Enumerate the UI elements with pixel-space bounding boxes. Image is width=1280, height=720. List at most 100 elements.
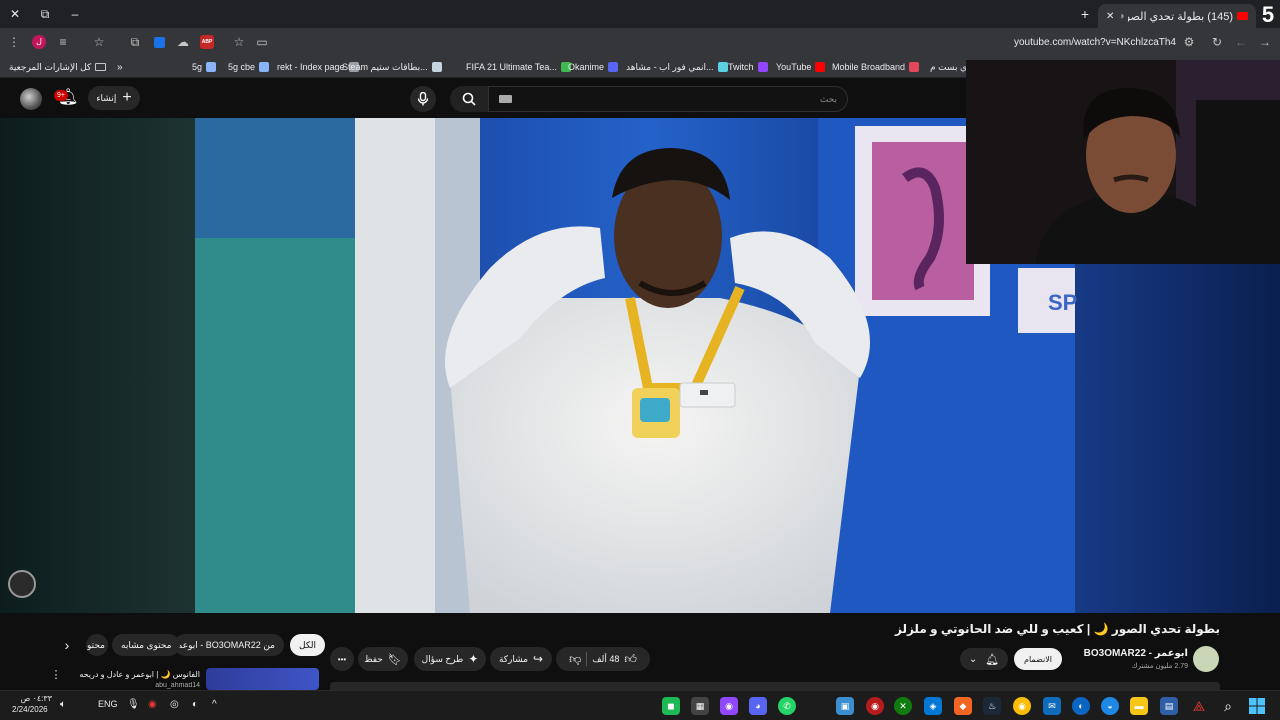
record-tray-icon[interactable]: ◉ (148, 700, 157, 710)
keyboard-icon[interactable] (499, 95, 512, 103)
join-button[interactable]: الانضمام (1014, 648, 1062, 670)
bookmark-item[interactable]: 5g (192, 60, 217, 74)
mic-tray-icon[interactable]: 🎙︎ (127, 700, 140, 710)
photos-icon[interactable]: ▣ (836, 697, 854, 715)
stream-badge: 5 (1261, 2, 1275, 27)
twitch-icon[interactable]: ◉ (720, 697, 738, 715)
chip-more[interactable]: محتو (86, 634, 108, 656)
bookmark-favicon-icon (431, 62, 442, 72)
chip-from-channel[interactable]: من BO3OMAR22 - ابوعمر (173, 634, 284, 656)
xbox-icon[interactable]: ✕ (894, 697, 912, 715)
recommendation-title[interactable]: الفانوس 🌙 | ابوعمر و عادل و دريحه (60, 670, 200, 679)
share-button[interactable]: ↪ مشاركة (490, 647, 552, 671)
steam-icon[interactable]: ♨ (983, 697, 1001, 715)
forward-icon[interactable]: ← (1232, 33, 1250, 51)
recommendation-menu-icon[interactable]: ⋮ (50, 668, 62, 684)
url-bar[interactable]: youtube.com/watch?v=NKchlzcaTh4 (272, 32, 1202, 52)
share-icon: ↪ (533, 652, 544, 666)
ask-button[interactable]: ✦ طرح سؤال (414, 647, 486, 671)
all-bookmarks-folder[interactable]: كل الإشارات المرجعية (9, 60, 107, 74)
window-restore-button[interactable]: ⧉ (36, 5, 54, 23)
comment-box[interactable] (330, 682, 1220, 690)
tray-overflow-chevron-icon[interactable]: ^ (212, 700, 217, 710)
svg-text:SP: SP (1048, 290, 1077, 315)
back-icon[interactable]: → (1256, 33, 1274, 51)
channel-avatar[interactable] (1193, 646, 1219, 672)
browser-menu-icon[interactable]: ⋮ (5, 33, 23, 51)
clock-date[interactable]: 2/24/2026 (12, 706, 48, 714)
bookmark-item[interactable]: Okanime (568, 60, 619, 74)
thumbs-up-icon: 👍︎ (624, 651, 637, 666)
save-button[interactable]: 🔖︎ حفظ (358, 647, 408, 671)
dislike-button[interactable]: 👎︎ (569, 652, 581, 667)
adblock-icon[interactable]: ABP (198, 33, 216, 51)
language-indicator[interactable]: ENG (98, 700, 118, 709)
bookmark-item[interactable]: FIFA 21 Ultimate Tea... (466, 60, 571, 74)
install-app-icon[interactable]: ▭ (253, 33, 271, 51)
chip-all[interactable]: الكل (290, 634, 326, 656)
outlook-icon[interactable]: ✉ (1043, 697, 1061, 715)
taskbar-search-icon[interactable]: ⌕ (1219, 697, 1237, 715)
video-title: بطولة تحدي الصور 🌙 | كعيب و للي ضد الحان… (895, 622, 1220, 636)
create-button[interactable]: إنشاء + (88, 86, 140, 110)
site-settings-icon[interactable]: ⚙ (1180, 33, 1198, 51)
tab-title: (145) بطولة تحدي الصور 🌙 (1128, 10, 1233, 23)
account-avatar[interactable] (20, 88, 42, 110)
profile-avatar[interactable]: ل (30, 33, 48, 51)
create-label: إنشاء (96, 92, 117, 103)
bookmark-item[interactable]: Steam بطاقات ستيم... (342, 60, 442, 74)
network-tray-icon[interactable]: ◐ (192, 700, 198, 710)
discord-icon[interactable]: ◕ (749, 697, 767, 715)
pdf-icon[interactable]: ⟁ (1190, 697, 1208, 715)
recommendation-channel: abu_ahmad14 (155, 682, 200, 689)
folder-icon (95, 63, 107, 71)
bookmark-item[interactable]: Twitch (728, 60, 768, 74)
microphone-icon (417, 92, 429, 106)
like-button[interactable]: 👍︎ 48 ألف (592, 652, 637, 667)
tray-app-icon[interactable]: ◎ (170, 700, 179, 710)
app-icon-2[interactable]: ▦ (691, 697, 709, 715)
file-explorer-icon[interactable]: ▬ (1130, 697, 1148, 715)
bookmark-star-manage-icon[interactable]: ☆ (90, 33, 108, 51)
whatsapp-icon[interactable]: ✆ (778, 697, 796, 715)
clock-time[interactable]: ٠٤:٣٣ ص (12, 695, 52, 703)
reload-icon[interactable]: ↻ (1208, 33, 1226, 51)
edge-browser-icon[interactable]: ◒ (1101, 697, 1119, 715)
extension-cloud-icon[interactable]: ☁ (174, 33, 192, 51)
windows-start-icon[interactable] (1248, 697, 1266, 715)
search-input[interactable]: بحث (488, 86, 848, 112)
tab-close-icon[interactable]: ✕ (1106, 11, 1114, 22)
chrome-icon[interactable]: ◉ (1013, 697, 1031, 715)
bookmark-item[interactable]: Mobile Broadband (832, 60, 920, 74)
tab-youtube[interactable]: (145) بطولة تحدي الصور 🌙 ◑ ✕ (1098, 4, 1256, 28)
notification-bell-icon: 🔔︎ (985, 653, 1000, 666)
store-icon[interactable]: ▤ (1160, 697, 1178, 715)
chips-next-chevron-icon[interactable]: › (58, 636, 76, 654)
bookmark-icon: 🔖︎ (387, 653, 402, 666)
reading-list-icon[interactable]: ≡ (54, 33, 72, 51)
edge-icon[interactable]: ◐ (1072, 697, 1090, 715)
window-minimize-button[interactable]: – (66, 5, 84, 23)
search-button[interactable] (450, 86, 488, 112)
bookmark-item[interactable]: انمي فور اب - مشاهد... (626, 60, 728, 74)
bookmark-item[interactable]: 5g cbe (228, 60, 270, 74)
edge-dev-icon[interactable]: ◈ (924, 697, 942, 715)
bookmark-star-icon[interactable]: ☆ (230, 33, 248, 51)
app-orange-icon[interactable]: ◆ (954, 697, 972, 715)
app-icon-1[interactable]: ◼ (662, 697, 680, 715)
bookmark-item[interactable]: YouTube (776, 60, 826, 74)
speaker-icon[interactable]: 🔈︎ (60, 700, 66, 710)
chip-related[interactable]: محتوى مشابه (112, 634, 181, 656)
more-actions-button[interactable]: ••• (330, 647, 354, 671)
channel-name[interactable]: ابوعمر - BO3OMAR22 (1048, 648, 1188, 659)
new-tab-button[interactable]: + (1076, 5, 1094, 23)
extension-blue-icon[interactable] (150, 33, 168, 51)
browser-tab-strip: ✕ ⧉ – + (145) بطولة تحدي الصور 🌙 ◑ ✕ 5 (0, 0, 1280, 28)
voice-search-button[interactable] (410, 86, 436, 112)
bookmarks-overflow-chevron-icon[interactable]: » (117, 60, 123, 74)
window-close-button[interactable]: ✕ (6, 5, 24, 23)
recommendation-thumbnail[interactable] (206, 668, 319, 690)
extensions-icon[interactable]: ⧉ (126, 33, 144, 51)
obs-icon[interactable]: ◉ (866, 697, 884, 715)
subscribed-button[interactable]: ⌄ 🔔︎ (960, 648, 1008, 670)
